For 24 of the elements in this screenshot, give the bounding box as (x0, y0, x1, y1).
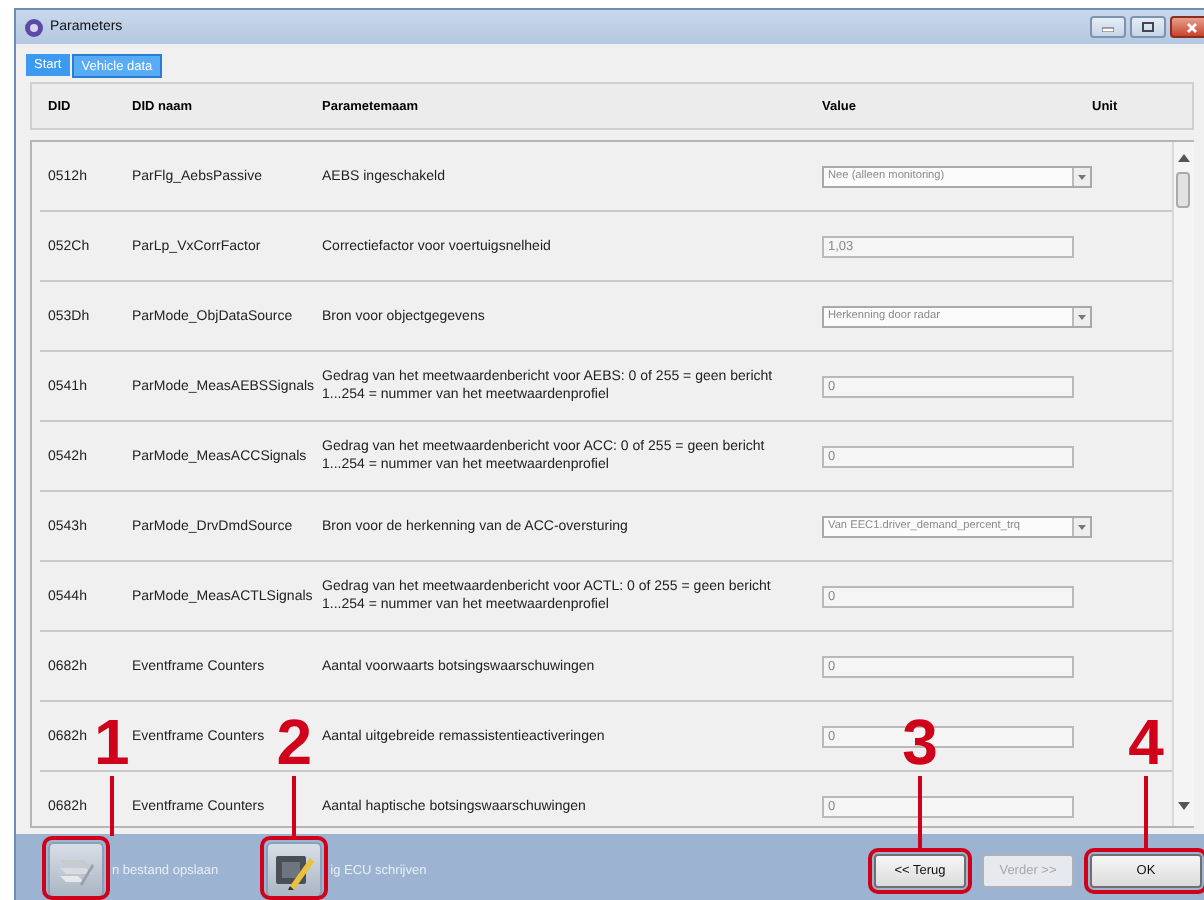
maximize-button[interactable] (1130, 16, 1166, 38)
callout-number: 4 (1128, 712, 1164, 772)
callout-frame (868, 847, 972, 893)
close-icon (1186, 21, 1198, 33)
scroll-down-icon[interactable] (1178, 802, 1190, 810)
callout-number: 1 (94, 712, 130, 772)
leader-line (1144, 776, 1148, 847)
callout-number: 2 (276, 712, 313, 772)
maximize-icon (1142, 22, 1154, 32)
scrollbar[interactable] (1172, 142, 1194, 826)
app-icon (24, 17, 44, 37)
callout-frame (1084, 847, 1204, 893)
ecu-write-button[interactable] (266, 842, 323, 898)
minimize-icon (1102, 23, 1114, 31)
callout-frame (260, 836, 329, 900)
leader-line (292, 776, 297, 836)
scroll-thumb[interactable] (1176, 172, 1190, 208)
leader-line (109, 776, 114, 836)
callout-frame (42, 836, 110, 900)
leader-line (918, 776, 922, 847)
scroll-up-icon[interactable] (1178, 154, 1190, 162)
chip-pencil-icon (272, 850, 317, 890)
close-button[interactable] (1170, 16, 1204, 38)
save-file-button[interactable] (48, 842, 104, 898)
